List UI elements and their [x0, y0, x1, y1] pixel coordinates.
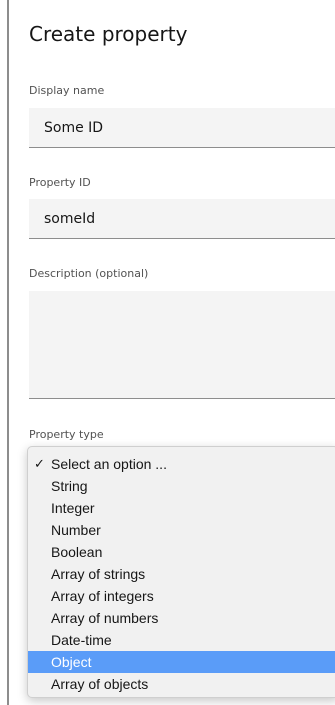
- dropdown-option[interactable]: Array of objects: [28, 673, 335, 695]
- dropdown-option[interactable]: Number: [28, 519, 335, 541]
- property-id-label: Property ID: [29, 176, 91, 189]
- dropdown-option-label: Object: [51, 654, 92, 670]
- dropdown-option-label: Array of objects: [51, 676, 149, 692]
- dropdown-option[interactable]: String: [28, 475, 335, 497]
- panel-left-border: [7, 0, 9, 705]
- dropdown-option-label: Array of integers: [51, 588, 154, 604]
- property-id-input[interactable]: [29, 199, 335, 239]
- dropdown-option-label: Integer: [51, 500, 95, 516]
- property-type-dropdown-menu[interactable]: ✓ Select an option ... String Integer Number…: [27, 446, 335, 698]
- dropdown-option[interactable]: Array of integers: [28, 585, 335, 607]
- checkmark-icon: ✓: [34, 456, 45, 471]
- dropdown-option[interactable]: Boolean: [28, 541, 335, 563]
- dropdown-option[interactable]: Integer: [28, 497, 335, 519]
- dropdown-option[interactable]: Array of strings: [28, 563, 335, 585]
- display-name-label: Display name: [29, 84, 105, 97]
- display-name-input[interactable]: [29, 108, 335, 148]
- panel-title: Create property: [29, 22, 188, 46]
- dropdown-option-label: Boolean: [51, 544, 103, 560]
- dropdown-option-label: Array of strings: [51, 566, 146, 582]
- dropdown-option[interactable]: Date-time: [28, 629, 335, 651]
- dropdown-option[interactable]: Object: [28, 651, 335, 673]
- description-textarea[interactable]: [29, 291, 335, 399]
- dropdown-option-label: Number: [51, 522, 101, 538]
- dropdown-option-label: Select an option ...: [51, 456, 167, 472]
- description-label: Description (optional): [29, 267, 149, 280]
- dropdown-option-label: String: [51, 478, 88, 494]
- dropdown-option-label: Date-time: [51, 632, 112, 648]
- property-type-label: Property type: [29, 428, 104, 441]
- dropdown-option[interactable]: Array of numbers: [28, 607, 335, 629]
- dropdown-option[interactable]: ✓ Select an option ...: [28, 453, 335, 475]
- dropdown-option-label: Array of numbers: [51, 610, 159, 626]
- create-property-panel: Create property Display name Property ID…: [0, 0, 335, 705]
